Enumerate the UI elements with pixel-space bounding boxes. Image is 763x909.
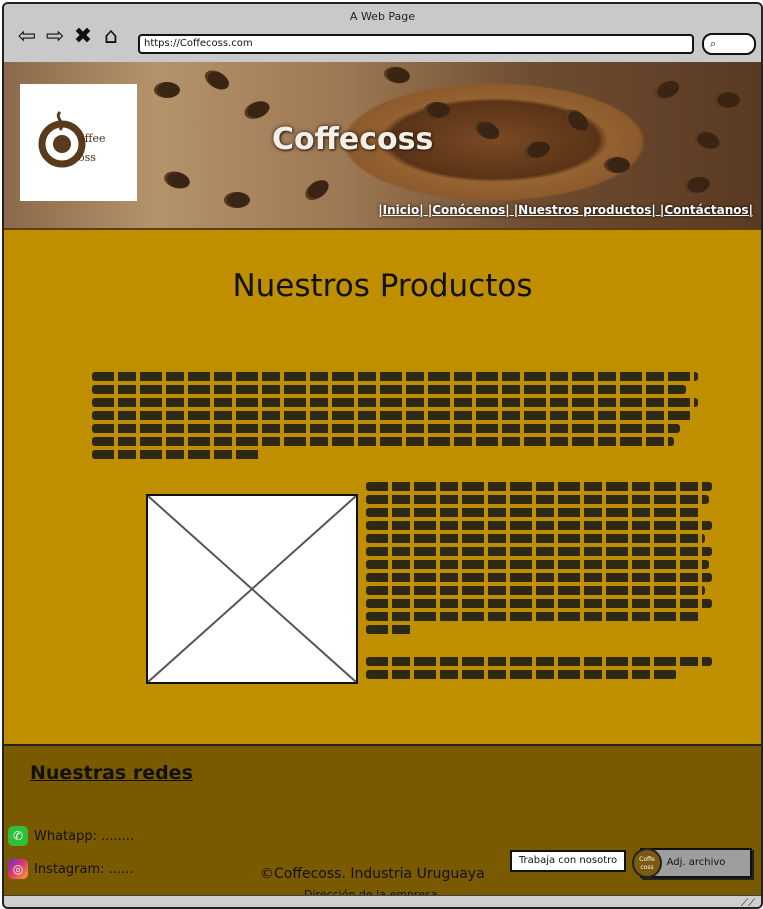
coffee-bean [604,157,630,173]
address-bar[interactable]: https://Coffecoss.com [138,34,694,54]
resize-handle-icon[interactable]: ⟋⟋ [741,898,755,907]
logo[interactable]: offee oss [20,84,137,201]
coffee-bean [692,128,722,152]
work-with-us-field[interactable]: Trabaja con nosotro [510,850,626,872]
logo-text-oss: oss [78,151,96,164]
instagram-label: Instagram: ...... [34,861,134,877]
whatsapp-label: Whatapp: ........ [34,828,135,844]
coffee-bean [682,174,712,196]
coffee-bean [224,192,250,208]
coffee-bean [522,138,552,162]
social-heading: Nuestras redes [30,762,193,784]
forward-arrow-icon[interactable]: ⇨ [44,26,66,48]
nav-menu[interactable]: |Inicio| |Conócenos| |Nuestros productos… [378,203,753,217]
instagram-link[interactable]: ◎ Instagram: ...... [8,859,133,879]
instagram-icon: ◎ [8,859,28,879]
product-description [366,482,712,683]
placeholder-paragraph [92,372,698,463]
products-section: Nuestros Productos [4,228,761,746]
image-placeholder-icon [147,495,357,683]
coffee-bean [242,98,272,122]
title-bar: A Web Page ⇦ ⇨ ✖ ⌂ https://Coffecoss.com… [4,4,761,62]
copyright: ©Coffecoss. Industria Uruguaya [260,866,485,882]
product-image-placeholder [146,494,358,684]
search-box[interactable]: ⌕ [702,33,756,55]
coffee-bean [301,175,333,205]
hero-banner: offee oss Coffecoss |Inicio| |Conócenos|… [4,62,761,228]
status-bar: ⟋⟋ [4,895,761,907]
whatsapp-icon: ✆ [8,826,28,846]
mini-logo: Coffe coss [632,848,662,878]
coffee-bean [714,92,740,108]
back-arrow-icon[interactable]: ⇦ [16,26,38,48]
coffee-bean [561,105,593,135]
coffee-bean [382,64,412,86]
logo-text-offee: offee [78,132,106,145]
coffee-bean [154,82,180,98]
close-icon[interactable]: ✖ [72,26,94,48]
browser-window: A Web Page ⇦ ⇨ ✖ ⌂ https://Coffecoss.com… [2,2,763,909]
whatsapp-link[interactable]: ✆ Whatapp: ........ [8,826,134,846]
search-icon: ⌕ [710,37,717,50]
coffee-bean [424,102,450,118]
coffee-bean [162,168,192,192]
coffee-bean [201,66,233,94]
brand-title: Coffecoss [272,122,434,157]
coffee-bean [651,77,683,103]
footer: Nuestras redes ✆ Whatapp: ........ ◎ Ins… [4,744,761,907]
window-title: A Web Page [349,10,416,23]
coffee-bean [471,117,503,143]
nav-controls: ⇦ ⇨ ✖ ⌂ [16,26,122,48]
page-title: Nuestros Productos [232,268,533,304]
home-icon[interactable]: ⌂ [100,26,122,48]
